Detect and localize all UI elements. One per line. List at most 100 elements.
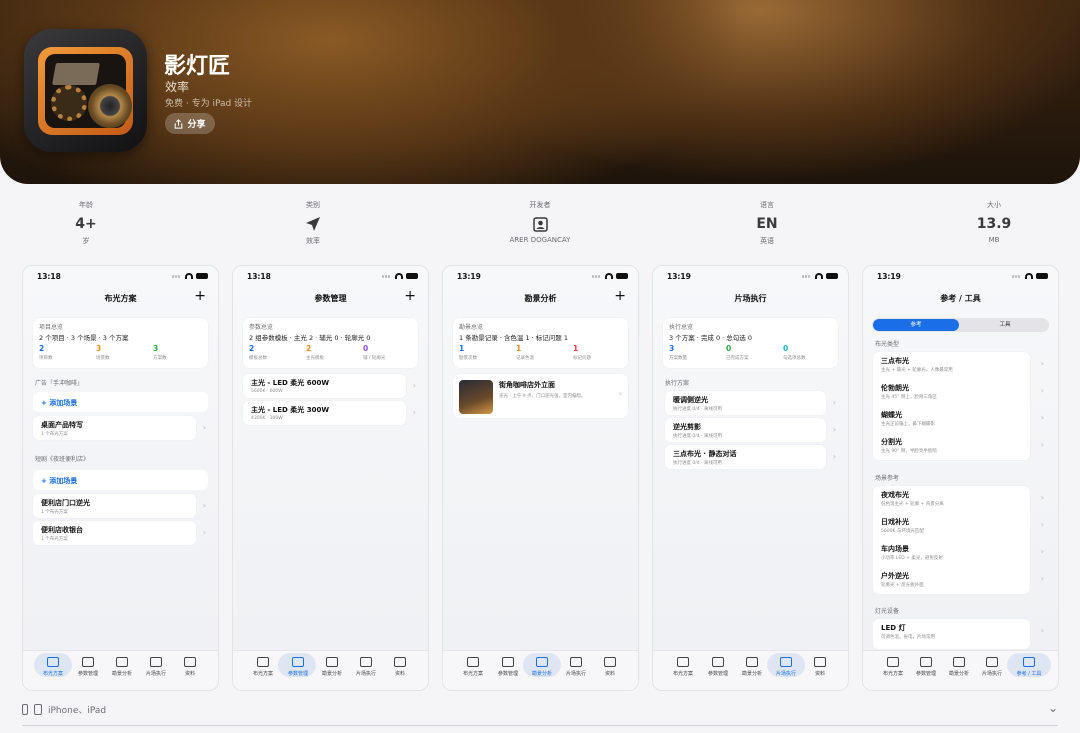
chevron-right-icon: › xyxy=(832,452,836,461)
overview-summary: 2 组参数模板 · 主光 2 · 辅光 0 · 轮廓光 0 xyxy=(249,334,371,342)
overview-summary: 2 个项目 · 3 个场景 · 3 个方案 xyxy=(39,334,129,342)
battery-icon xyxy=(1036,273,1048,279)
add-icon[interactable]: + xyxy=(404,289,416,303)
tab-resources[interactable]: 资料 xyxy=(803,657,837,677)
tab-bar: 布光方案 参数管理 勘景分析 片场执行 参考 / 工具 xyxy=(863,650,1058,690)
list-item[interactable]: 便利店门口逆光 1 个布光方案 › xyxy=(33,494,206,518)
tab-label: 片场执行 xyxy=(565,671,586,677)
tab-execute[interactable]: 片场执行 xyxy=(975,657,1009,677)
screenshot-5[interactable]: 13:19 参考 / 工具 参考 工具 布光类型 三点布光 主光 + 辅光 + … xyxy=(862,265,1059,691)
add-scene-button[interactable]: + 添加场景 xyxy=(33,470,208,490)
share-button[interactable]: 分享 xyxy=(165,113,215,134)
tab-reference-tools[interactable]: 参考 / 工具 xyxy=(1012,657,1046,677)
list-item[interactable]: 桌面产品特写 1 个布光方案 › xyxy=(33,416,206,440)
list-item[interactable]: 逆光剪影 执行进度 0/4 · 离线可用 › xyxy=(665,418,836,442)
tab-lighting[interactable]: 布光方案 xyxy=(876,657,910,677)
lighting-icon xyxy=(467,657,479,667)
add-scene-button[interactable]: + 添加场景 xyxy=(33,392,208,412)
list-item[interactable]: 主光 - LED 柔光 600W 5600K · 600W › xyxy=(243,374,416,398)
tab-execute[interactable]: 片场执行 xyxy=(139,657,173,677)
gear-icon xyxy=(51,85,87,121)
segment-reference[interactable]: 参考 xyxy=(873,319,959,331)
tab-lighting[interactable]: 布光方案 xyxy=(246,657,280,677)
segment-tools[interactable]: 工具 xyxy=(961,318,1049,332)
tab-scout[interactable]: 勘景分析 xyxy=(105,657,139,677)
tab-params[interactable]: 参数管理 xyxy=(281,657,315,677)
tab-scout[interactable]: 勘景分析 xyxy=(735,657,769,677)
list-item-title[interactable]: 夜戏布光 xyxy=(881,490,909,500)
list-item-title[interactable]: 蝴蝶光 xyxy=(881,410,902,420)
sliders-icon xyxy=(292,657,304,667)
section-header: 灯光设备 xyxy=(875,608,900,615)
list-item-title[interactable]: 车内场景 xyxy=(881,544,909,554)
screenshot-1[interactable]: 13:18 布光方案 + 项目总览 2 个项目 · 3 个场景 · 3 个方案 … xyxy=(22,265,219,691)
segmented-control[interactable]: 参考 工具 xyxy=(872,318,1049,332)
scout-record[interactable]: 街角咖啡店外立面 逆光 · 上午 9 点，门口逆光强，室内偏暗。 › xyxy=(453,374,628,418)
tab-params[interactable]: 参数管理 xyxy=(909,657,943,677)
overview-summary: 3 个方案 · 完成 0 · 总勾选 0 xyxy=(669,334,753,342)
info-language-value: EN xyxy=(756,216,778,232)
tab-label: 片场执行 xyxy=(145,671,166,677)
screenshot-3[interactable]: 13:19 勘景分析 + 勘景总览 1 条勘景记录 · 含色温 1 · 标记问题… xyxy=(442,265,639,691)
tab-bar: 布光方案 参数管理 勘景分析 片场执行 资料 xyxy=(443,650,638,690)
status-icons xyxy=(1012,273,1048,279)
status-icons xyxy=(592,273,628,279)
tab-label: 参数管理 xyxy=(77,671,98,677)
info-language-label: 语言 xyxy=(760,201,774,209)
tab-lighting[interactable]: 布光方案 xyxy=(456,657,490,677)
list-item-title[interactable]: 伦勃朗光 xyxy=(881,383,909,393)
info-category-sub: 效率 xyxy=(306,237,320,245)
list-item-title[interactable]: 日戏补光 xyxy=(881,517,909,527)
add-icon[interactable]: + xyxy=(194,289,206,303)
info-language-sub: 英语 xyxy=(760,237,774,245)
screenshot-4[interactable]: 13:19 片场执行 执行总览 3 个方案 · 完成 0 · 总勾选 0 3 方… xyxy=(652,265,849,691)
tab-resources[interactable]: 资料 xyxy=(383,657,417,677)
tab-label: 参数管理 xyxy=(915,671,936,677)
stat-value: 1 xyxy=(573,344,579,353)
tab-resources[interactable]: 资料 xyxy=(173,657,207,677)
lighting-icon xyxy=(47,657,59,667)
stat-value: 0 xyxy=(783,344,789,353)
page-title: 布光方案 xyxy=(104,294,137,303)
info-size-label: 大小 xyxy=(987,201,1001,209)
page-title: 勘景分析 xyxy=(524,294,557,303)
list-item-title[interactable]: 三点布光 xyxy=(881,356,909,366)
list-item[interactable]: 主光 - LED 柔光 300W 4300K · 300W › xyxy=(243,401,416,425)
chevron-right-icon: › xyxy=(832,425,836,434)
tab-resources[interactable]: 资料 xyxy=(593,657,627,677)
info-language: 语言 EN 英语 xyxy=(707,200,827,246)
section-header: 布光类型 xyxy=(875,341,900,348)
tab-execute[interactable]: 片场执行 xyxy=(769,657,803,677)
list-item[interactable]: 暖调侧逆光 执行进度 0/4 · 离线可用 › xyxy=(665,391,836,415)
tab-scout[interactable]: 勘景分析 xyxy=(525,657,559,677)
list-item[interactable]: 三点布光 · 静态对话 执行进度 0/4 · 离线可用 › xyxy=(665,445,836,469)
list-item-title: 主光 - LED 柔光 300W xyxy=(251,406,330,414)
add-icon[interactable]: + xyxy=(614,289,626,303)
list-item-title[interactable]: 户外逆光 xyxy=(881,571,909,581)
stat-value: 3 xyxy=(96,344,102,353)
tab-scout[interactable]: 勘景分析 xyxy=(942,657,976,677)
tab-scout[interactable]: 勘景分析 xyxy=(315,657,349,677)
record-sub: 逆光 · 上午 9 点，门口逆光强，室内偏暗。 xyxy=(499,394,586,399)
list-item-title: 暖调侧逆光 xyxy=(673,396,708,404)
overview-card: 勘景总览 1 条勘景记录 · 含色温 1 · 标记问题 1 1 勘景次数 1 记… xyxy=(453,318,628,368)
list-item-title[interactable]: LED 灯 xyxy=(881,623,906,633)
tab-lighting[interactable]: 布光方案 xyxy=(36,657,70,677)
tab-params[interactable]: 参数管理 xyxy=(71,657,105,677)
overview-card: 项目总览 2 个项目 · 3 个场景 · 3 个方案 2 项目数 3 场景数 3… xyxy=(33,318,208,368)
info-developer[interactable]: 开发者 ARER DOGANCAY xyxy=(480,200,600,244)
list-item[interactable]: 便利店收银台 1 个布光方案 › xyxy=(33,521,206,545)
tab-lighting[interactable]: 布光方案 xyxy=(666,657,700,677)
list-item-title: 三点布光 · 静态对话 xyxy=(673,450,737,458)
tab-params[interactable]: 参数管理 xyxy=(701,657,735,677)
tab-params[interactable]: 参数管理 xyxy=(491,657,525,677)
tab-execute[interactable]: 片场执行 xyxy=(349,657,383,677)
page-title: 参考 / 工具 xyxy=(940,294,981,303)
chevron-down-icon[interactable]: ⌄ xyxy=(1048,701,1058,715)
tab-execute[interactable]: 片场执行 xyxy=(559,657,593,677)
status-time: 13:19 xyxy=(667,272,691,281)
tab-label: 参考 / 工具 xyxy=(1016,671,1042,677)
screenshot-2[interactable]: 13:18 参数管理 + 参数总览 2 组参数模板 · 主光 2 · 辅光 0 … xyxy=(232,265,429,691)
list-item-title[interactable]: 分割光 xyxy=(881,437,902,447)
app-icon-plate xyxy=(52,63,100,85)
